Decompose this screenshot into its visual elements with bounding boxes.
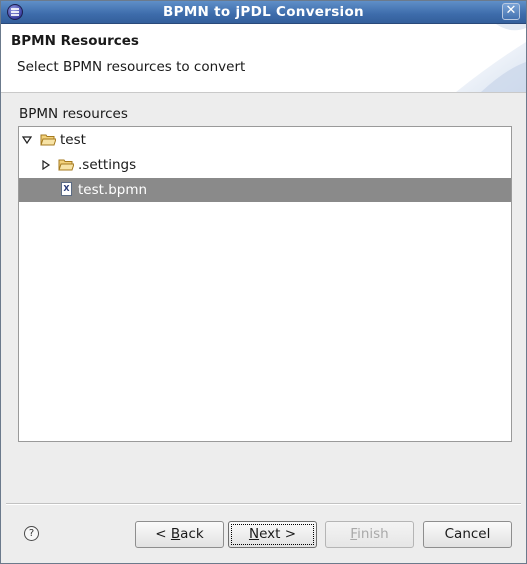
title-bar[interactable]: BPMN to jPDL Conversion ✕ (1, 1, 526, 24)
help-icon[interactable]: ? (24, 526, 39, 541)
collapsed-arrow-icon[interactable] (41, 160, 51, 170)
expanded-arrow-icon[interactable] (22, 135, 32, 145)
resource-tree[interactable]: test .settings X test.bpmn (18, 126, 512, 442)
finish-label-rest: inish (357, 526, 389, 542)
next-label-rest: ext > (259, 526, 297, 542)
back-label-rest: ack (180, 526, 204, 542)
cancel-button[interactable]: Cancel (423, 521, 512, 548)
back-label-prefix: < (155, 526, 171, 542)
tree-item-label: test.bpmn (78, 182, 148, 198)
page-title: BPMN Resources (11, 33, 139, 49)
wizard-banner-image (456, 24, 526, 92)
tree-item-test[interactable]: test (19, 128, 511, 152)
window-title: BPMN to jPDL Conversion (163, 4, 364, 20)
back-button[interactable]: < Back (135, 521, 224, 548)
dialog-window: BPMN to jPDL Conversion ✕ BPMN Resources… (0, 0, 527, 564)
next-mnemonic: N (248, 526, 260, 542)
next-button[interactable]: Next > (228, 521, 317, 548)
wizard-header: BPMN Resources Select BPMN resources to … (1, 24, 526, 93)
tree-item-label: test (60, 132, 86, 148)
tree-item-test-bpmn[interactable]: X test.bpmn (19, 178, 511, 202)
folder-icon (58, 159, 74, 171)
back-mnemonic: B (170, 526, 181, 542)
tree-item-settings[interactable]: .settings (19, 153, 511, 177)
button-bar-separator (6, 503, 521, 505)
tree-section-label: BPMN resources (19, 106, 128, 122)
close-button[interactable]: ✕ (502, 3, 520, 20)
open-folder-icon (40, 134, 56, 146)
finish-button[interactable]: Finish (325, 521, 414, 548)
bpmn-file-icon: X (61, 182, 72, 196)
page-description: Select BPMN resources to convert (17, 59, 246, 75)
tree-item-label: .settings (78, 157, 137, 173)
